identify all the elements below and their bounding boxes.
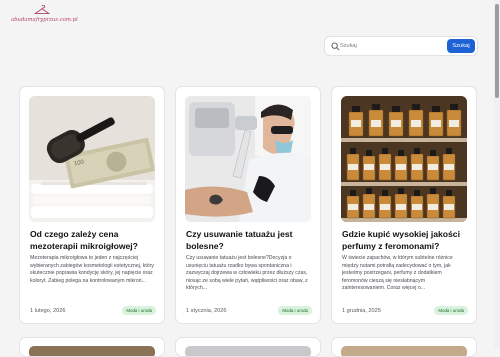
article-card[interactable]: 100 Od czego zależy cena mezoterapii mik… — [19, 86, 165, 324]
article-title[interactable]: Gdzie kupić wysokiej jakości perfumy z f… — [342, 229, 468, 252]
logo-text: abudamafryprzus.com.pl — [11, 17, 78, 23]
article-date: 1 lutego, 2026 — [30, 308, 66, 314]
scrollbar[interactable] — [494, 0, 500, 348]
hanger-icon — [34, 5, 50, 15]
article-card[interactable] — [19, 337, 165, 357]
search-input[interactable] — [340, 40, 450, 52]
article-date: 1 stycznia, 2026 — [186, 308, 227, 314]
article-card[interactable] — [331, 337, 477, 357]
article-excerpt: Czy usuwanie tatuażu jest bolesne?Decyzj… — [186, 255, 308, 292]
category-badge[interactable]: Moda i uroda — [122, 306, 156, 315]
article-card[interactable]: Czy usuwanie tatuażu jest bolesne? Czy u… — [175, 86, 321, 324]
article-image[interactable]: 100 — [29, 96, 155, 222]
site-header: abudamafryprzus.com.pl — [0, 0, 494, 36]
article-excerpt: Mezoterapia mikroigłowa to jeden z najcz… — [30, 255, 154, 284]
search-icon — [331, 42, 340, 51]
site-logo[interactable]: abudamafryprzus.com.pl — [11, 5, 78, 27]
category-badge[interactable]: Moda i uroda — [278, 306, 312, 315]
article-excerpt: W świecie zapachów, w którym subtelne ró… — [342, 255, 453, 292]
search-bar: Szukaj — [324, 36, 478, 56]
article-image[interactable] — [341, 96, 467, 222]
article-date: 1 grudnia, 2025 — [342, 308, 381, 314]
article-image[interactable] — [185, 96, 311, 222]
article-card[interactable] — [175, 337, 321, 357]
article-title[interactable]: Czy usuwanie tatuażu jest bolesne? — [186, 229, 312, 252]
article-card[interactable]: Gdzie kupić wysokiej jakości perfumy z f… — [331, 86, 477, 324]
category-badge[interactable]: Moda i uroda — [434, 306, 468, 315]
article-title[interactable]: Od czego zależy cena mezoterapii mikroig… — [30, 229, 156, 252]
scrollbar-thumb[interactable] — [495, 4, 499, 98]
search-button[interactable]: Szukaj — [447, 39, 475, 53]
